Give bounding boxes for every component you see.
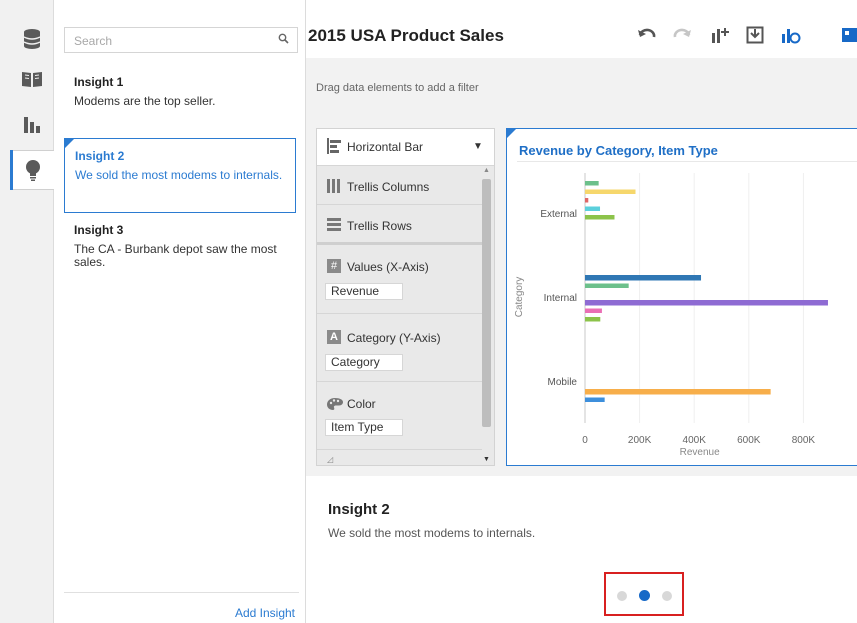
x-axis-title: Revenue	[680, 447, 720, 458]
search-icon[interactable]	[278, 33, 289, 47]
color-drop[interactable]: Color Item Type	[317, 382, 482, 448]
insight-item-1[interactable]: Insight 1 Modems are the top seller.	[64, 75, 296, 108]
bar	[585, 397, 605, 402]
x-tick-label: 800K	[792, 435, 816, 446]
visualize-icon[interactable]	[10, 106, 53, 144]
add-visualization-icon[interactable]	[711, 26, 731, 49]
insight-item-3[interactable]: Insight 3 The CA - Burbank depot saw the…	[64, 223, 296, 269]
trellis-columns-icon	[327, 179, 341, 193]
color-label: Color	[347, 397, 376, 411]
left-icon-rail	[0, 0, 55, 623]
insights-panel: Search Insight 1 Modems are the top sell…	[54, 0, 306, 623]
x-tick-label: 400K	[683, 435, 707, 446]
bar-chart: 0 200K 400K 600K 800K Revenue Category External…	[514, 173, 828, 458]
divider	[64, 592, 299, 593]
pager-dot[interactable]	[662, 591, 672, 601]
chart-type-selector[interactable]: Horizontal Bar ▼	[317, 129, 494, 165]
bar	[585, 308, 602, 313]
scroll-down-icon[interactable]: ▼	[483, 456, 490, 463]
pager-dot[interactable]	[617, 591, 627, 601]
search-input[interactable]: Search	[74, 34, 112, 48]
insight-bulb-icon[interactable]	[10, 150, 55, 190]
trellis-rows-drop[interactable]: Trellis Rows	[317, 205, 482, 243]
trellis-columns-label: Trellis Columns	[347, 180, 430, 194]
insight-title: Insight 2	[75, 149, 125, 163]
bar	[585, 300, 828, 306]
values-label: Values (X-Axis)	[347, 260, 429, 274]
insight-pager	[604, 572, 684, 616]
chart-card[interactable]: Revenue by Category, Item Type 0 200K 400K…	[506, 128, 857, 466]
search-box[interactable]: Search	[64, 27, 298, 53]
bar	[585, 215, 615, 220]
scroll-up-icon[interactable]: ▲	[483, 167, 490, 174]
insight-detail-title: Insight 2	[328, 501, 390, 518]
x-tick-label: 600K	[737, 435, 761, 446]
horizontal-bar-icon	[327, 138, 341, 154]
insight-item-2-selected[interactable]: Insight 2 We sold the most modems to int…	[64, 138, 296, 213]
bar	[585, 206, 601, 211]
category-label: Category (Y-Axis)	[347, 331, 441, 345]
insight-title: Insight 1	[74, 75, 124, 89]
y-tick-label: Mobile	[548, 377, 578, 388]
bar	[585, 275, 702, 281]
undo-icon[interactable]	[637, 26, 657, 49]
y-tick-label: External	[540, 209, 577, 220]
add-insight-button[interactable]: Add Insight	[235, 606, 295, 620]
insight-description: We sold the most modems to internals.	[75, 168, 283, 182]
y-axis-title: Category	[514, 277, 525, 318]
insight-description: Modems are the top seller.	[74, 94, 216, 108]
x-tick-label: 0	[582, 435, 588, 446]
chevron-down-icon[interactable]: ▼	[473, 141, 483, 152]
present-icon[interactable]	[842, 26, 857, 49]
page-title: 2015 USA Product Sales	[308, 26, 504, 45]
selection-corner-marker	[65, 139, 74, 148]
main-area: 2015 USA Product Sales Drag data element…	[306, 0, 857, 623]
palette-icon	[327, 397, 343, 411]
x-tick-label: 200K	[628, 435, 652, 446]
values-x-axis-drop[interactable]: # Values (X-Axis) Revenue	[317, 245, 482, 312]
insight-description: The CA - Burbank depot saw the most sale…	[74, 242, 277, 269]
category-pill[interactable]: Category	[325, 354, 403, 371]
item-type-pill[interactable]: Item Type	[325, 419, 403, 436]
chart-title: Revenue by Category, Item Type	[519, 143, 718, 158]
trellis-rows-icon	[327, 218, 341, 232]
filter-bar[interactable]: Drag data elements to add a filter	[306, 58, 857, 118]
book-icon[interactable]	[10, 60, 53, 98]
divider	[317, 449, 482, 450]
active-tab-marker	[10, 150, 13, 190]
insight-title: Insight 3	[74, 223, 124, 237]
selection-corner-marker	[507, 129, 516, 138]
category-y-axis-drop[interactable]: A Category (Y-Axis) Category	[317, 314, 482, 380]
visualization-canvas: Horizontal Bar ▼ Trellis Columns Trellis…	[306, 118, 857, 476]
redo-icon[interactable]	[672, 26, 692, 49]
trellis-rows-label: Trellis Rows	[347, 219, 412, 233]
data-icon[interactable]	[10, 20, 53, 58]
y-tick-label: Internal	[544, 293, 577, 304]
bar	[585, 198, 589, 203]
save-icon[interactable]	[746, 26, 764, 49]
chart-type-label: Horizontal Bar	[347, 140, 424, 154]
trellis-columns-drop[interactable]: Trellis Columns	[317, 165, 482, 203]
chart-refresh-icon[interactable]	[781, 26, 801, 49]
filter-hint: Drag data elements to add a filter	[316, 82, 479, 94]
bar	[585, 389, 771, 395]
hash-icon: #	[327, 259, 341, 273]
insight-detail-description: We sold the most modems to internals.	[328, 526, 536, 540]
bar	[585, 283, 629, 288]
pager-dot[interactable]	[639, 590, 650, 601]
revenue-pill[interactable]: Revenue	[325, 283, 403, 300]
bar	[585, 181, 599, 186]
bar	[585, 317, 601, 322]
grammar-panel: Horizontal Bar ▼ Trellis Columns Trellis…	[316, 128, 495, 466]
bar	[585, 189, 636, 194]
scrollbar-thumb[interactable]	[482, 179, 491, 427]
grammar-scrollbar[interactable]: ▲ ▼	[482, 167, 491, 463]
divider	[517, 161, 857, 162]
text-attribute-icon: A	[327, 330, 341, 344]
size-icon: ◿	[327, 455, 334, 464]
